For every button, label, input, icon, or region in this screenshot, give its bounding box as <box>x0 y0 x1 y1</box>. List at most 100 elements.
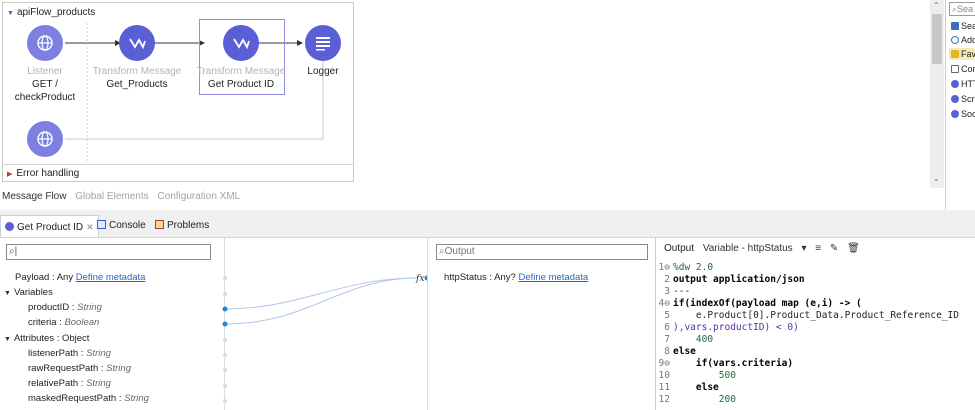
tab-global-elements[interactable]: Global Elements <box>75 191 148 202</box>
globe-icon[interactable] <box>27 121 63 157</box>
tree-row-output-field[interactable]: httpStatus : Any? Define metadata <box>444 272 588 283</box>
output-tree-pane: ⌕Output httpStatus : Any? Define metadat… <box>427 238 655 410</box>
add-icon <box>951 36 959 44</box>
code-text: output application/json <box>673 274 805 285</box>
node-transform-caption[interactable]: Transform Message Get_Products <box>92 65 182 91</box>
code-text: if(indexOf(payload map (e,i) -> ( <box>673 298 862 309</box>
app-root: ▼ apiFlow_products Listener GET / checkPr… <box>0 0 975 410</box>
output-label: Output <box>664 243 695 254</box>
code-text: if(vars.criteria) <box>673 358 794 369</box>
node-name-label: GET / checkProduct <box>14 79 76 103</box>
palette-item-core[interactable]: Cor <box>951 63 975 75</box>
chevron-down-icon[interactable]: ▾ <box>801 243 806 254</box>
tab-message-flow[interactable]: Message Flow <box>2 191 66 202</box>
exchange-icon <box>951 22 959 30</box>
code-text: else <box>673 346 696 357</box>
connector-icon <box>951 95 959 103</box>
node-type-label: Listener <box>27 66 63 77</box>
delete-icon[interactable]: 🗑 <box>847 243 860 254</box>
code-line: 5 e.Product[0].Product_Data.Product_Refe… <box>656 310 959 322</box>
code-text: %dw 2.0 <box>673 262 714 273</box>
output-field-label: httpStatus : Any? <box>444 272 516 283</box>
canvas-scrollbar[interactable]: ⌃ ⌄ <box>930 0 944 188</box>
transform-icon <box>5 222 14 231</box>
code-line: 12 200 <box>656 394 736 406</box>
line-number: 6 <box>664 322 670 333</box>
code-text: ),vars.productID) < 0) <box>673 322 799 333</box>
line-number: 10 <box>658 370 670 381</box>
code-line: 4⊖ if(indexOf(payload map (e,i) -> ( <box>656 298 862 310</box>
line-number: 12 <box>658 394 670 405</box>
dataweave-editor[interactable]: Output Variable - httpStatus ▾ ≡ ✎ 🗑 1⊖%… <box>655 238 975 410</box>
scrollbar-thumb[interactable] <box>932 14 942 64</box>
line-number: 1⊖ <box>658 262 670 273</box>
code-line: 8 else <box>656 346 696 358</box>
palette-item-sockets[interactable]: Soc <box>951 108 975 120</box>
problems-icon <box>155 220 164 229</box>
tab-console[interactable]: Console <box>93 215 150 237</box>
tab-get-product-id[interactable]: Get Product ID ✕ <box>0 215 99 237</box>
line-number: 11 <box>658 382 670 393</box>
bottom-panel: Get Product ID ✕ Console Problems ⌕| Payl… <box>0 210 975 410</box>
line-number: 4⊖ <box>658 298 670 309</box>
define-metadata-link[interactable]: Define metadata <box>518 272 588 283</box>
code-header: Output Variable - httpStatus ▾ ≡ ✎ 🗑 <box>656 238 975 260</box>
add-output-icon[interactable]: ≡ <box>815 243 821 254</box>
transform-icon[interactable] <box>223 25 259 61</box>
palette-item-label: Scri <box>961 94 975 104</box>
code-line: 7 400 <box>656 334 713 346</box>
connector-icon <box>951 80 959 88</box>
console-icon <box>97 220 106 229</box>
code-line: 11 else <box>656 382 719 394</box>
node-name-label: Logger <box>307 66 339 77</box>
code-line: 6),vars.productID) < 0) <box>656 322 799 334</box>
node-listener-caption[interactable]: Listener GET / checkProduct <box>0 65 90 104</box>
node-logger-caption[interactable]: Logger <box>278 65 368 78</box>
transform-icon[interactable] <box>119 25 155 61</box>
code-text: 500 <box>673 370 736 381</box>
node-type-label: Transform Message <box>196 66 286 77</box>
line-number: 3 <box>664 286 670 297</box>
node-type-label: Transform Message <box>92 66 182 77</box>
output-search-field[interactable]: ⌕Output <box>436 244 648 260</box>
tab-problems[interactable]: Problems <box>151 215 213 237</box>
code-text: 400 <box>673 334 714 345</box>
edit-icon[interactable]: ✎ <box>830 243 838 254</box>
line-number: 5 <box>664 310 670 321</box>
palette-item-favorites[interactable]: Fav <box>949 48 975 60</box>
svg-text:fx: fx <box>415 274 424 284</box>
flow-container[interactable]: ▼ apiFlow_products Listener GET / checkPr… <box>2 2 354 182</box>
chevron-down-icon[interactable]: ⌄ <box>933 174 940 183</box>
node-name-label: Get Product ID <box>207 79 275 90</box>
chevron-up-icon[interactable]: ⌃ <box>933 1 940 10</box>
palette-search-placeholder: Sea <box>957 4 974 14</box>
code-text: 200 <box>673 394 736 405</box>
tab-configuration-xml[interactable]: Configuration XML <box>157 191 240 202</box>
node-transform-caption[interactable]: Transform Message Get Product ID <box>196 65 286 91</box>
palette-item-search[interactable]: Sea <box>951 20 975 32</box>
palette-item-label: Cor <box>961 64 975 74</box>
code-line: 1⊖ %dw 2.0 <box>656 262 714 274</box>
error-handling-toggle[interactable]: ▶ Error handling <box>7 168 79 179</box>
bottom-tabs-bar: Get Product ID ✕ Console Problems <box>0 210 975 238</box>
code-text: else <box>673 382 719 393</box>
globe-icon[interactable] <box>27 25 63 61</box>
line-number: 7 <box>664 334 670 345</box>
palette-item-label: Sea <box>961 21 975 31</box>
output-search-placeholder: Output <box>444 246 475 257</box>
palette-item-scripting[interactable]: Scri <box>951 93 975 105</box>
mule-palette: ⌕Sea Sea Add Fav Cor HTT Scri Soc <box>945 0 975 210</box>
palette-search-input[interactable]: ⌕Sea <box>949 2 975 16</box>
flow-canvas: ▼ apiFlow_products Listener GET / checkPr… <box>0 0 930 210</box>
expand-triangle-icon: ▶ <box>7 171 13 178</box>
star-icon <box>951 50 959 58</box>
logger-icon[interactable] <box>305 25 341 61</box>
palette-item-label: HTT <box>961 79 975 89</box>
palette-item-http[interactable]: HTT <box>951 78 975 90</box>
mapping-canvas[interactable]: fx <box>222 238 430 410</box>
palette-item-add[interactable]: Add <box>951 34 975 46</box>
palette-item-label: Add <box>961 35 975 45</box>
line-number: 2 <box>664 274 670 285</box>
output-target-select[interactable]: Variable - httpStatus <box>703 243 793 254</box>
divider <box>3 164 353 165</box>
